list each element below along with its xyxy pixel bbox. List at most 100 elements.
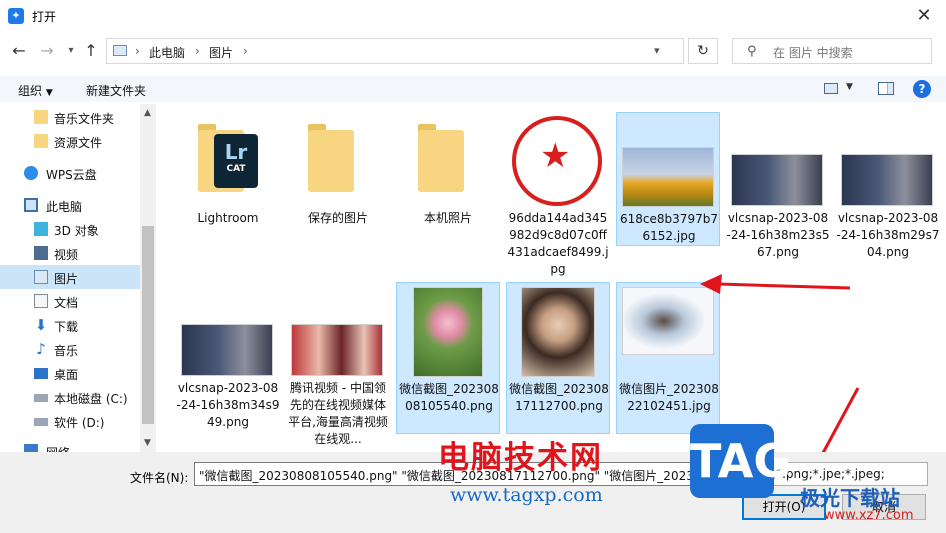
sidebar-item-music-folder[interactable]: 音乐文件夹 (0, 105, 140, 129)
sidebar-item-label: 下载 (54, 320, 79, 334)
folder-icon (418, 130, 464, 192)
sidebar-item-pictures[interactable]: 图片 (0, 265, 140, 289)
network-icon (24, 444, 38, 452)
file-item-vlcsnap-1[interactable]: vlcsnap-2023-08-24-16h38m23s567.png (726, 112, 830, 262)
file-name: 微信截图_20230817112700.png (509, 382, 609, 413)
breadcrumb-separator-icon: › (195, 44, 200, 58)
file-item-camera-roll[interactable]: 本机照片 (396, 112, 500, 232)
file-name: vlcsnap-2023-08-24-16h38m34s949.png (176, 381, 280, 429)
cloud-icon (24, 166, 38, 180)
sidebar-item-label: 资源文件 (54, 136, 103, 150)
pictures-icon (34, 270, 48, 284)
sidebar-item-desktop[interactable]: 桌面 (0, 361, 140, 385)
file-name: 本机照片 (423, 211, 472, 225)
folder-icon (34, 110, 48, 124)
sidebar-item-drive-d[interactable]: 软件 (D:) (0, 409, 140, 433)
search-icon: ⚲ (747, 44, 757, 59)
forward-arrow-icon[interactable]: → (36, 40, 58, 62)
back-arrow-icon[interactable]: ← (8, 40, 30, 62)
file-name: 618ce8b3797b76152.jpg (620, 212, 718, 243)
search-input[interactable]: ⚲ 在 图片 中搜索 (732, 38, 932, 64)
breadcrumb-pictures[interactable]: 图片 (209, 44, 233, 61)
video-still-thumbnail (181, 324, 273, 376)
address-bar[interactable]: › 此电脑 › 图片 › (106, 38, 684, 64)
file-item-vlcsnap-3[interactable]: vlcsnap-2023-08-24-16h38m34s949.png (176, 282, 280, 432)
document-icon (34, 294, 48, 308)
file-item-wechat-shot-1[interactable]: 微信截图_20230808105540.png (396, 282, 500, 434)
sidebar-item-documents[interactable]: 文档 (0, 289, 140, 313)
help-icon[interactable]: ? (913, 80, 931, 98)
organize-button[interactable]: 组织 ▼ (18, 82, 53, 99)
file-name: 微信图片_20230822102451.jpg (619, 382, 719, 413)
watermark-brand: 极光下载站 (800, 486, 900, 510)
sidebar-item-network[interactable]: 网络 (0, 439, 140, 452)
watermark-tag-logo: TAG (690, 424, 791, 498)
sidebar-item-label: 视频 (54, 248, 79, 262)
chevron-down-icon: ▼ (45, 88, 53, 98)
sidebar-item-resource-files[interactable]: 资源文件 (0, 129, 140, 153)
video-still-thumbnail (841, 154, 933, 206)
file-name: vlcsnap-2023-08-24-16h38m29s704.png (836, 211, 940, 259)
music-icon: ♪ (36, 340, 46, 358)
cube-icon (34, 222, 48, 236)
search-placeholder: 在 图片 中搜索 (773, 46, 853, 60)
close-icon[interactable]: ✕ (912, 4, 936, 28)
tencent-thumbnail (291, 324, 383, 376)
watermark-site-url: www.tagxp.com (450, 484, 603, 506)
up-arrow-icon[interactable]: ↑ (80, 40, 102, 62)
new-folder-button[interactable]: 新建文件夹 (86, 82, 146, 99)
address-history-chevron-icon[interactable]: ▾ (654, 44, 660, 57)
file-name: 保存的图片 (307, 211, 368, 225)
file-name: 微信截图_20230808105540.png (399, 382, 499, 413)
sidebar-item-this-pc[interactable]: 此电脑 (0, 193, 140, 217)
filename-label: 文件名(N): (130, 471, 189, 485)
file-item-seal-image[interactable]: ★ 96dda144ad345982d9c8d07c0ff431adcaef84… (506, 112, 610, 282)
sidebar-item-label: 音乐文件夹 (54, 112, 115, 126)
sidebar-item-label: 文档 (54, 296, 79, 310)
pictures-location-icon (113, 45, 127, 56)
view-mode-icon[interactable] (824, 83, 838, 94)
lightroom-badge-subtext: CAT (226, 164, 246, 174)
sidebar-item-music[interactable]: ♪ 音乐 (0, 337, 140, 361)
title-bar (0, 0, 946, 32)
sidebar-item-label: 此电脑 (46, 200, 83, 214)
watermark-brand-url: www.xz7.com (824, 508, 914, 523)
desktop-icon (34, 368, 48, 379)
sidebar-item-videos[interactable]: 视频 (0, 241, 140, 265)
portrait-thumbnail (521, 287, 595, 377)
file-item-tulips[interactable]: 618ce8b3797b76152.jpg (616, 112, 720, 246)
view-options-chevron-icon[interactable]: ▼ (846, 82, 853, 92)
scroll-up-icon[interactable]: ▲ (144, 108, 151, 118)
organize-label: 组织 (18, 84, 43, 98)
drive-icon (34, 394, 48, 402)
file-item-wechat-shot-2[interactable]: 微信截图_20230817112700.png (506, 282, 610, 434)
breadcrumb-this-pc[interactable]: 此电脑 (149, 44, 185, 61)
sidebar-item-label: 软件 (D:) (54, 416, 105, 430)
preview-pane-icon[interactable] (878, 82, 894, 95)
file-name: 96dda144ad345982d9c8d07c0ff431adcaef8499… (507, 211, 609, 276)
sidebar-item-downloads[interactable]: ⬇ 下载 (0, 313, 140, 337)
sidebar-item-label: 图片 (54, 272, 79, 286)
video-still-thumbnail (731, 154, 823, 206)
sidebar-scrollbar-thumb[interactable] (142, 226, 154, 424)
red-seal-thumbnail: ★ (512, 116, 602, 206)
refresh-icon[interactable]: ↻ (688, 38, 718, 64)
file-item-lightroom[interactable]: Lr CAT Lightroom (176, 112, 280, 232)
sidebar-item-label: 网络 (46, 444, 70, 452)
file-item-vlcsnap-2[interactable]: vlcsnap-2023-08-24-16h38m29s704.png (836, 112, 940, 262)
folder-icon (308, 130, 354, 192)
breadcrumb-separator-icon: › (135, 44, 140, 58)
app-bird-icon: ✦ (8, 8, 24, 24)
sidebar-item-3d-objects[interactable]: 3D 对象 (0, 217, 140, 241)
file-item-tencent-video[interactable]: 腾讯视频 - 中国领先的在线视频媒体平台,海量高清视频在线观... (286, 282, 390, 452)
recent-chevron-icon[interactable]: ▾ (60, 40, 82, 62)
annotation-arrow-right (700, 274, 851, 294)
scroll-down-icon[interactable]: ▼ (144, 438, 151, 448)
lotus-thumbnail (413, 287, 483, 377)
watermark-site-cn: 电脑技术网 (438, 440, 603, 476)
sidebar-item-drive-c[interactable]: 本地磁盘 (C:) (0, 385, 140, 409)
file-name: 腾讯视频 - 中国领先的在线视频媒体平台,海量高清视频在线观... (288, 381, 388, 446)
file-item-saved-pictures[interactable]: 保存的图片 (286, 112, 390, 232)
sidebar-item-wps-cloud[interactable]: WPS云盘 (0, 161, 140, 185)
video-icon (34, 246, 48, 260)
